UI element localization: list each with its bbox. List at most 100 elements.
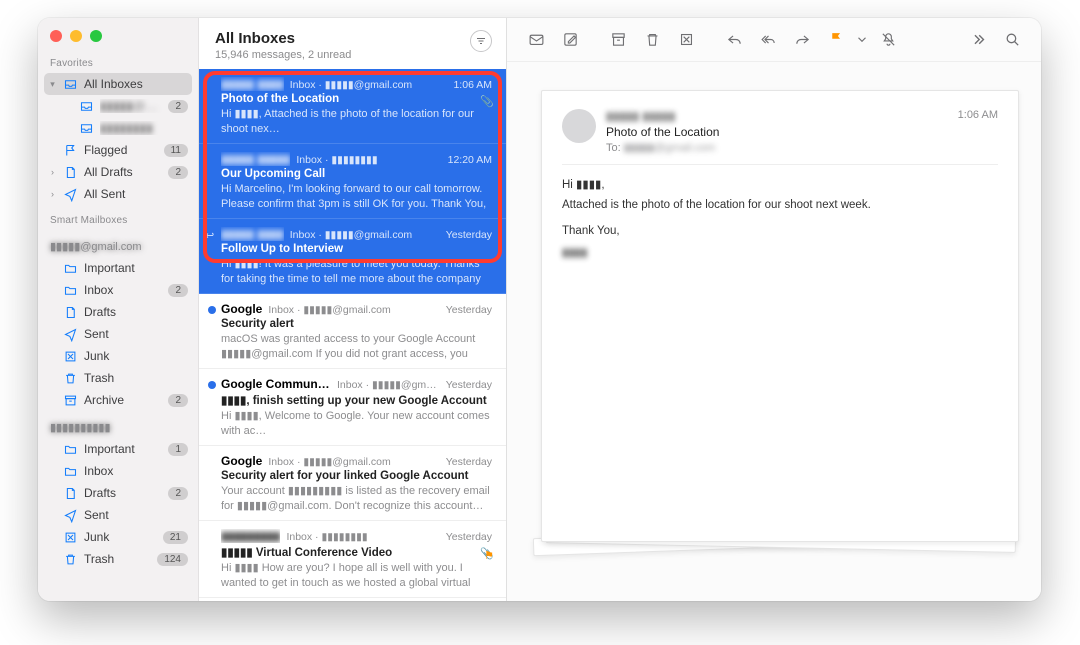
doc-icon — [63, 165, 78, 180]
count-badge: 11 — [164, 144, 188, 157]
sidebar-item--[interactable]: ▮▮▮▮▮▮▮▮ — [38, 117, 198, 139]
sidebar-item-trash[interactable]: Trash124 — [38, 548, 198, 570]
message-sender: ▮▮▮▮▮▮▮▮▮ — [221, 529, 280, 543]
sidebar-item-label: ▮▮▮▮▮@g… — [100, 99, 162, 113]
disclosure-icon: ▾ — [48, 79, 57, 90]
message-account: Inbox · ▮▮▮▮▮▮▮▮ — [296, 154, 441, 166]
message-sender: Google — [221, 454, 262, 468]
sidebar-item-sent[interactable]: Sent — [38, 323, 198, 345]
archive-button[interactable] — [603, 27, 633, 53]
message-snippet: macOS was granted access to your Google … — [221, 332, 492, 360]
disclosure-icon: › — [48, 189, 57, 199]
message-subject: Photo of the Location — [221, 93, 492, 105]
sidebar-item-junk[interactable]: Junk21 — [38, 526, 198, 548]
sidebar-item-all-sent[interactable]: ›All Sent — [38, 183, 198, 205]
message-snippet: Hi ▮▮▮▮, Attached is the photo of the lo… — [221, 107, 492, 135]
message-row[interactable]: ▮▮▮▮▮▮▮▮▮Inbox · ▮▮▮▮▮▮▮▮Yesterday▮▮▮▮▮ … — [199, 521, 506, 598]
mail-window: Favorites ▾All Inboxes▮▮▮▮▮@g…2▮▮▮▮▮▮▮▮F… — [38, 18, 1041, 601]
count-badge: 2 — [168, 284, 188, 297]
attachment-icon: 📎 — [480, 95, 494, 108]
count-badge: 2 — [168, 100, 188, 113]
sidebar-item-label: Inbox — [84, 283, 162, 297]
sidebar-item--g-[interactable]: ▮▮▮▮▮@g… 2 — [38, 95, 198, 117]
sidebar-item-all-drafts[interactable]: ›All Drafts2 — [38, 161, 198, 183]
message-account: Inbox · ▮▮▮▮▮▮▮▮ — [286, 531, 439, 543]
junk-icon — [63, 530, 78, 545]
message-account: Inbox · ▮▮▮▮▮@gmail.com — [290, 79, 448, 91]
doc-icon — [63, 486, 78, 501]
reading-pane: ▮▮▮▮▮ ▮▮▮▮▮ Photo of the Location To: ▮▮… — [507, 18, 1041, 601]
sidebar-item-flagged[interactable]: Flagged 11 — [38, 139, 198, 161]
message-sender: ▮▮▮▮▮ ▮▮▮▮ — [221, 227, 284, 241]
sidebar-item-important[interactable]: Important — [38, 257, 198, 279]
message-account: Inbox · ▮▮▮▮▮@gmail.com — [268, 456, 439, 468]
message-account: Inbox · ▮▮▮▮▮@gmail.com — [290, 229, 440, 241]
message-row[interactable]: ▮▮▮▮▮ ▮▮▮▮Inbox · ▮▮▮▮▮@gmail.com1:06 AM… — [199, 69, 506, 144]
archive-icon — [63, 393, 78, 408]
sidebar-item-junk[interactable]: Junk — [38, 345, 198, 367]
sidebar-item-drafts[interactable]: Drafts — [38, 301, 198, 323]
message-row[interactable]: Google Community TeamInbox · ▮▮▮▮▮@gmail… — [199, 369, 506, 446]
sidebar-item-archive[interactable]: Archive 2 — [38, 389, 198, 411]
junk-button[interactable] — [671, 27, 701, 53]
mark-read-button[interactable] — [521, 27, 551, 53]
reader-time: 1:06 AM — [958, 109, 998, 154]
reader-sender: ▮▮▮▮▮ ▮▮▮▮▮ — [606, 109, 675, 123]
sidebar-item-drafts[interactable]: Drafts2 — [38, 482, 198, 504]
compose-button[interactable] — [555, 27, 585, 53]
count-badge: 21 — [163, 531, 188, 544]
sidebar-item-all-inboxes[interactable]: ▾All Inboxes — [44, 73, 192, 95]
message-content[interactable]: ▮▮▮▮▮ ▮▮▮▮▮ Photo of the Location To: ▮▮… — [541, 90, 1019, 542]
inbox-icon — [63, 77, 78, 92]
message-row[interactable]: GoogleInbox · ▮▮▮▮▮@gmail.comYesterdaySe… — [199, 294, 506, 369]
message-account: Inbox · ▮▮▮▮▮@gmail.com — [268, 304, 439, 316]
reader-area: ▮▮▮▮▮ ▮▮▮▮▮ Photo of the Location To: ▮▮… — [507, 62, 1041, 601]
reply-button[interactable] — [719, 27, 749, 53]
overflow-button[interactable] — [963, 27, 993, 53]
flag-button[interactable] — [821, 27, 851, 53]
search-button[interactable] — [997, 27, 1027, 53]
sidebar-item-inbox[interactable]: Inbox — [38, 460, 198, 482]
message-row[interactable]: ↩▮▮▮▮▮ ▮▮▮▮Inbox · ▮▮▮▮▮@gmail.comYester… — [199, 219, 506, 294]
message-sender: ▮▮▮▮▮ ▮▮▮▮▮ — [221, 152, 290, 166]
close-window-button[interactable] — [50, 30, 62, 42]
message-time: Yesterday — [446, 379, 492, 391]
sent-icon — [63, 187, 78, 202]
sidebar-item-label: Inbox — [84, 464, 188, 478]
mute-button[interactable] — [873, 27, 903, 53]
sidebar-item-label: All Drafts — [84, 165, 162, 179]
message-time: 12:20 AM — [448, 154, 492, 166]
forward-button[interactable] — [787, 27, 817, 53]
message-snippet: Your account ▮▮▮▮▮▮▮▮▮ is listed as the … — [221, 484, 492, 512]
count-badge: 2 — [168, 487, 188, 500]
filter-button[interactable] — [470, 30, 492, 52]
sidebar-account-label-2[interactable]: ▮▮▮▮▮▮▮▮▮▮ — [38, 411, 198, 438]
sidebar-item-label: Trash — [84, 371, 188, 385]
junk-icon — [63, 349, 78, 364]
flag-icon — [63, 143, 78, 158]
trash-icon — [63, 552, 78, 567]
message-list[interactable]: ▮▮▮▮▮ ▮▮▮▮ Inbox · ▮▮▮▮▮@gmail.com 1:06 AM… — [199, 69, 506, 601]
message-row[interactable]: GoogleInbox · ▮▮▮▮▮@gmail.comYesterdaySe… — [199, 446, 506, 521]
sidebar-item-inbox[interactable]: Inbox 2 — [38, 279, 198, 301]
flag-menu-button[interactable] — [855, 27, 869, 53]
zoom-window-button[interactable] — [90, 30, 102, 42]
sidebar-item-sent[interactable]: Sent — [38, 504, 198, 526]
sidebar-account-label-1[interactable]: ▮▮▮▮▮@gmail.com — [38, 230, 198, 257]
sent-icon — [63, 327, 78, 342]
message-row[interactable]: ▮▮▮▮▮ ▮▮▮▮▮Inbox · ▮▮▮▮▮▮▮▮12:20 AMOur U… — [199, 144, 506, 219]
message-time: 1:06 AM — [453, 79, 492, 91]
message-snippet: Hi ▮▮▮▮! It was a pleasure to meet you t… — [221, 257, 492, 285]
delete-button[interactable] — [637, 27, 667, 53]
sidebar-item-label: Archive — [84, 393, 162, 407]
message-row[interactable]: ▮▮▮▮▮▮▮▮ CPAInbox · ▮▮▮▮▮▮▮1/24/212020 S… — [199, 598, 506, 601]
message-snippet: Hi ▮▮▮▮ How are you? I hope all is well … — [221, 561, 492, 589]
sidebar-item-label: Flagged — [84, 143, 158, 157]
sidebar-item-trash[interactable]: Trash — [38, 367, 198, 389]
sidebar-item-label: Junk — [84, 349, 188, 363]
message-subject: Security alert for your linked Google Ac… — [221, 470, 492, 482]
count-badge: 2 — [168, 394, 188, 407]
sidebar-item-important[interactable]: Important1 — [38, 438, 198, 460]
reply-all-button[interactable] — [753, 27, 783, 53]
minimize-window-button[interactable] — [70, 30, 82, 42]
